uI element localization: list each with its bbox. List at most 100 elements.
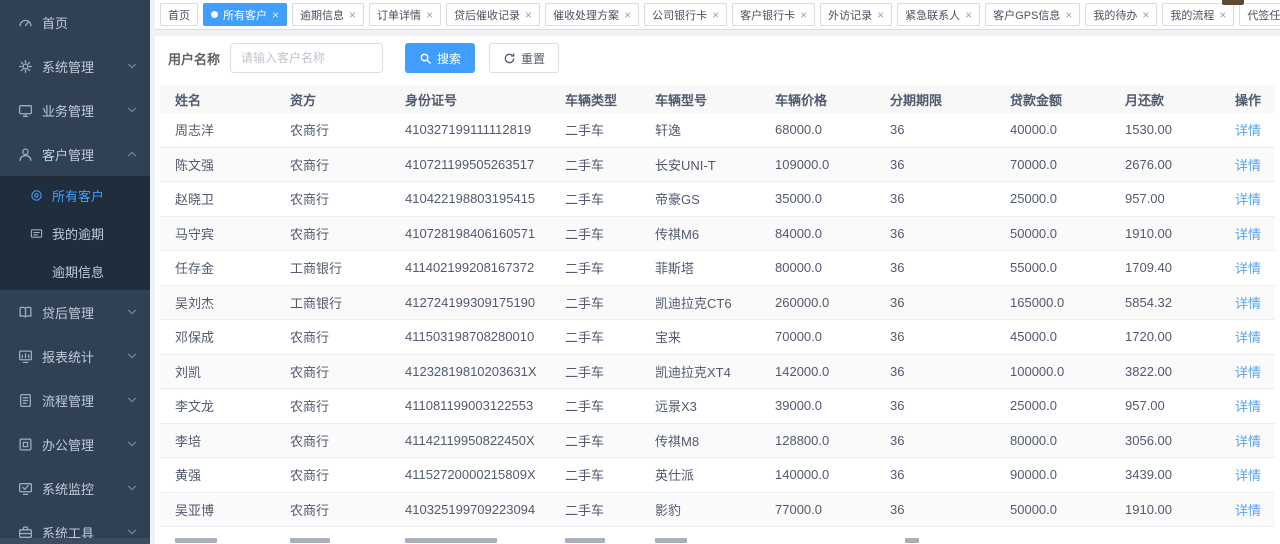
cell-vehicle_price: 260000.0	[760, 295, 875, 310]
close-icon[interactable]: ×	[1219, 9, 1226, 21]
close-icon[interactable]: ×	[426, 9, 433, 21]
chevron-down-icon	[126, 394, 138, 406]
detail-link[interactable]: 详情	[1235, 261, 1261, 276]
detail-link[interactable]: 详情	[1235, 434, 1261, 449]
close-icon[interactable]: ×	[965, 9, 972, 21]
close-icon[interactable]: ×	[624, 9, 631, 21]
cell-vehicle_type: 二手车	[550, 258, 640, 277]
search-label: 用户名称	[168, 49, 220, 68]
chevron-down-icon	[126, 350, 138, 362]
customer-name-input[interactable]	[230, 43, 383, 73]
tab-label: 客户GPS信息	[993, 7, 1060, 23]
cell-vehicle_type: 二手车	[550, 465, 640, 484]
reset-button-label: 重置	[521, 50, 545, 67]
detail-link[interactable]: 详情	[1235, 503, 1261, 518]
sidebar-item-system-monitoring[interactable]: 系统监控	[0, 466, 150, 510]
sidebar-item-label: 贷后管理	[42, 303, 126, 322]
sidebar-item-my-overdue[interactable]: 我的逾期	[0, 214, 150, 252]
cell-vehicle_type: 二手车	[550, 396, 640, 415]
active-dot	[211, 11, 218, 18]
detail-link[interactable]: 详情	[1235, 365, 1261, 380]
tab-9[interactable]: 紧急联系人 ×	[897, 3, 980, 26]
sidebar-item-system-management[interactable]: 系统管理	[0, 44, 150, 88]
sidebar-item-process-management[interactable]: 流程管理	[0, 378, 150, 422]
cell-name: 周志洋	[160, 120, 275, 139]
close-icon[interactable]: ×	[1065, 9, 1072, 21]
close-icon[interactable]: ×	[525, 9, 532, 21]
tab-label: 我的待办	[1093, 7, 1137, 23]
detail-link[interactable]: 详情	[1235, 330, 1261, 345]
chevron-down-icon	[126, 482, 138, 494]
sidebar-item-business-management[interactable]: 业务管理	[0, 88, 150, 132]
cell-monthly_payment: 1720.00	[1110, 329, 1215, 344]
sidebar-item-overdue-info[interactable]: 逾期信息	[0, 252, 150, 290]
cell-funder: 工商银行	[275, 293, 390, 312]
sidebar-item-post-loan-management[interactable]: 贷后管理	[0, 290, 150, 334]
sidebar-item-label: 首页	[42, 13, 138, 32]
avatar[interactable]	[1222, 0, 1244, 5]
clipped-text	[565, 538, 605, 543]
detail-link[interactable]: 详情	[1235, 468, 1261, 483]
cell-action: 详情	[1215, 258, 1265, 277]
tab-4[interactable]: 贷后催收记录×	[446, 3, 540, 26]
cell-action: 详情	[1215, 155, 1265, 174]
close-icon[interactable]: ×	[272, 9, 279, 21]
cell-monthly_payment: 1910.00	[1110, 502, 1215, 517]
tab-1[interactable]: 所有客户 ×	[203, 3, 287, 26]
cell-installment_term: 36	[875, 226, 995, 241]
tab-13[interactable]: 代签任务×	[1239, 3, 1280, 26]
cell-installment_term: 36	[875, 467, 995, 482]
sidebar-item-home[interactable]: 首页	[0, 0, 150, 44]
cell-installment_term: 36	[875, 191, 995, 206]
close-icon[interactable]: ×	[800, 9, 807, 21]
tab-6[interactable]: 公司银行卡×	[644, 3, 727, 26]
customers-table: 姓名资方身份证号车辆类型车辆型号车辆价格分期期限贷款金额月还款操作 周志洋农商行…	[160, 85, 1275, 544]
office-icon	[18, 437, 33, 452]
col-name: 姓名	[160, 90, 275, 109]
cell-vehicle_model: 英仕派	[640, 465, 760, 484]
cell-vehicle_price: 39000.0	[760, 398, 875, 413]
sidebar-item-office-management[interactable]: 办公管理	[0, 422, 150, 466]
cell-action: 详情	[1215, 189, 1265, 208]
tab-label: 所有客户	[223, 7, 267, 23]
detail-link[interactable]: 详情	[1235, 227, 1261, 242]
close-icon[interactable]: ×	[712, 9, 719, 21]
reset-button[interactable]: 重置	[489, 43, 559, 73]
cell-vehicle_price: 77000.0	[760, 502, 875, 517]
close-icon[interactable]: ×	[349, 9, 356, 21]
tab-label: 外访记录	[828, 7, 872, 23]
tab-2[interactable]: 逾期信息×	[292, 3, 364, 26]
cell-name: 吴刘杰	[160, 293, 275, 312]
cell-monthly_payment: 3822.00	[1110, 364, 1215, 379]
tab-10[interactable]: 客户GPS信息 ×	[985, 3, 1080, 26]
tab-0[interactable]: 首页	[160, 3, 198, 26]
detail-link[interactable]: 详情	[1235, 399, 1261, 414]
sidebar-item-label: 逾期信息	[52, 262, 104, 281]
sidebar-item-customer-management[interactable]: 客户管理	[0, 132, 150, 176]
tab-8[interactable]: 外访记录 ×	[820, 3, 892, 26]
tab-5[interactable]: 催收处理方案×	[545, 3, 639, 26]
tab-label: 首页	[168, 7, 190, 23]
cell-action: 详情	[1215, 293, 1265, 312]
detail-link[interactable]: 详情	[1235, 192, 1261, 207]
sidebar-item-all-customers[interactable]: 所有客户	[0, 176, 150, 214]
cell-name: 任存金	[160, 258, 275, 277]
search-button[interactable]: 搜索	[405, 43, 475, 73]
tab-7[interactable]: 客户银行卡×	[732, 3, 815, 26]
close-icon[interactable]: ×	[877, 9, 884, 21]
tab-label: 紧急联系人	[905, 7, 960, 23]
tab-3[interactable]: 订单详情×	[369, 3, 441, 26]
tab-11[interactable]: 我的待办 ×	[1085, 3, 1157, 26]
main-area: 首页所有客户×逾期信息×订单详情×贷后催收记录×催收处理方案×公司银行卡×客户银…	[155, 0, 1280, 544]
detail-link[interactable]: 详情	[1235, 296, 1261, 311]
cell-vehicle_type: 二手车	[550, 155, 640, 174]
cell-funder: 农商行	[275, 120, 390, 139]
close-icon[interactable]: ×	[1142, 9, 1149, 21]
tab-12[interactable]: 我的流程×	[1162, 3, 1234, 26]
detail-link[interactable]: 详情	[1235, 123, 1261, 138]
cell-vehicle_model: 影豹	[640, 500, 760, 519]
cell-id_number: 412724199309175190	[390, 295, 550, 310]
card-icon	[30, 227, 43, 240]
detail-link[interactable]: 详情	[1235, 158, 1261, 173]
sidebar-item-report-statistics[interactable]: 报表统计	[0, 334, 150, 378]
